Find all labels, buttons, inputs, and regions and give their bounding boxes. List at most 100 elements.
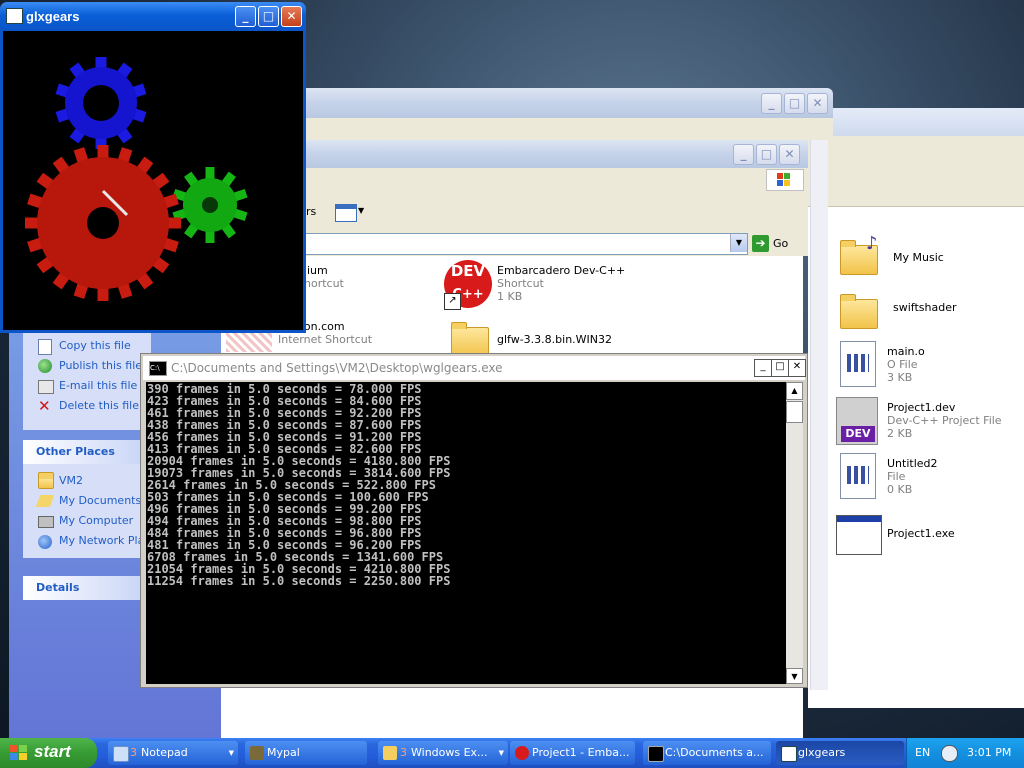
other-place-vm2[interactable]: VM2 <box>59 474 83 487</box>
project1-exe-item[interactable]: Project1.exe <box>836 511 1016 559</box>
file-name: swiftshader <box>893 301 957 314</box>
minimize-button[interactable]: _ <box>733 144 754 165</box>
explorer-titlebar: _ □ ✕ <box>300 140 808 168</box>
console-output: 390 frames in 5.0 seconds = 78.000 FPS 42… <box>146 382 786 684</box>
taskbar-item-notepad[interactable]: 3 Notepad ▼ <box>108 741 238 765</box>
console-close-button[interactable]: ✕ <box>788 359 806 377</box>
network-places-icon <box>38 535 52 549</box>
clock[interactable]: 3:01 PM <box>967 746 1011 759</box>
file-type: File <box>887 470 906 483</box>
file-type: Dev-C++ Project File <box>887 414 1002 427</box>
task-label: Project1 - Emba... <box>532 746 630 759</box>
wagon-type: Internet Shortcut <box>278 333 373 346</box>
delete-x-icon: ✕ <box>38 397 51 415</box>
group-count: 3 <box>400 746 407 759</box>
file-name: main.o <box>887 345 925 358</box>
folders-button-label[interactable]: rs <box>306 205 316 218</box>
go-label: Go <box>773 237 789 250</box>
console-window: C:\ C:\Documents and Settings\VM2\Deskto… <box>140 353 808 688</box>
copy-icon <box>38 339 52 355</box>
console-text: 390 frames in 5.0 seconds = 78.000 FPS 42… <box>147 383 450 587</box>
exe-window-icon <box>836 515 882 555</box>
system-tray: EN 3:01 PM <box>906 738 1024 768</box>
maximize-button[interactable]: □ <box>258 6 279 27</box>
blue-gear <box>55 57 147 149</box>
explorer-scrollbar[interactable] <box>810 140 828 690</box>
glxgears-frame <box>0 31 306 333</box>
taskbar-item-devcpp[interactable]: Project1 - Emba... <box>510 741 635 765</box>
window-icon <box>781 746 797 762</box>
taskbar-item-mypal[interactable]: Mypal <box>245 741 367 765</box>
console-icon <box>648 746 664 762</box>
scroll-down-button[interactable]: ▼ <box>786 668 803 684</box>
group-count: 3 <box>130 746 137 759</box>
console-title: C:\Documents and Settings\VM2\Desktop\wg… <box>171 361 503 375</box>
maximize-button[interactable]: □ <box>784 93 805 114</box>
address-input[interactable]: ▼ <box>300 233 748 255</box>
console-app-icon: C:\ <box>149 361 167 376</box>
mypal-icon <box>250 746 264 760</box>
untitled2-item[interactable]: Untitled2 File 0 KB <box>836 453 1016 505</box>
address-bar: ▼ ➔ Go <box>300 232 808 256</box>
volume-icon[interactable] <box>941 745 958 762</box>
console-scrollbar[interactable]: ▲ ▼ <box>786 382 803 684</box>
group-chevron-icon: ▼ <box>498 749 504 757</box>
address-dropdown-button[interactable]: ▼ <box>730 234 747 252</box>
language-indicator[interactable]: EN <box>915 746 930 759</box>
scroll-up-button[interactable]: ▲ <box>786 382 803 400</box>
file-size: 0 KB <box>887 483 913 496</box>
start-label: start <box>34 742 71 761</box>
go-arrow-icon: ➔ <box>752 235 769 252</box>
console-maximize-button[interactable]: □ <box>771 359 789 377</box>
taskbar-item-console[interactable]: C:\Documents a... <box>643 741 771 765</box>
details-header: Details <box>23 576 151 600</box>
close-button[interactable]: ✕ <box>779 144 800 165</box>
minimize-button[interactable]: _ <box>761 93 782 114</box>
other-place-my-documents[interactable]: My Documents <box>59 494 141 507</box>
scroll-thumb[interactable] <box>786 401 803 423</box>
email-file-link[interactable]: E-mail this file <box>59 379 137 392</box>
delete-file-link[interactable]: Delete this file <box>59 399 139 412</box>
publish-globe-icon <box>38 359 52 373</box>
folder-icon <box>383 746 397 760</box>
glfw-name[interactable]: glfw-3.3.8.bin.WIN32 <box>497 333 612 347</box>
other-place-my-computer[interactable]: My Computer <box>59 514 133 527</box>
embarcadero-name[interactable]: Embarcadero Dev-C++ <box>497 264 625 278</box>
minimize-button[interactable]: _ <box>235 6 256 27</box>
console-minimize-button[interactable]: _ <box>754 359 772 377</box>
my-music-item[interactable]: ♪ My Music <box>836 231 1016 281</box>
close-button[interactable]: ✕ <box>807 93 828 114</box>
close-button[interactable]: ✕ <box>281 6 302 27</box>
taskbar-item-glxgears[interactable]: glxgears <box>776 741 904 765</box>
explorer-toolbar: rs ▼ <box>300 192 808 233</box>
publish-file-link[interactable]: Publish this file to <box>59 359 143 372</box>
maximize-button[interactable]: □ <box>756 144 777 165</box>
file-size: 3 KB <box>887 371 913 384</box>
windows-flag-icon <box>766 169 804 191</box>
main-o-item[interactable]: main.o O File 3 KB <box>836 341 1016 393</box>
vm2-folder-icon <box>38 472 54 489</box>
console-line: 11254 frames in 5.0 seconds = 2250.800 F… <box>147 574 451 588</box>
views-button[interactable]: ▼ <box>332 200 366 224</box>
generic-file-icon <box>840 341 876 387</box>
task-label: C:\Documents a... <box>665 746 764 759</box>
devcpp-icon <box>515 746 529 760</box>
chromium-name[interactable]: ium <box>307 264 328 278</box>
generic-file-icon <box>840 453 876 499</box>
swiftshader-item[interactable]: swiftshader <box>836 287 1016 337</box>
green-gear <box>172 167 248 243</box>
project1-dev-item[interactable]: DEV Project1.dev Dev-C++ Project File 2 … <box>836 397 1016 449</box>
devcpp-project-icon: DEV <box>836 397 878 445</box>
other-place-my-network[interactable]: My Network Places <box>59 534 141 547</box>
back-explorer-toolbar <box>808 136 1024 207</box>
right-file-list: ♪ My Music swiftshader main.o O File 3 K… <box>830 225 1024 575</box>
chevron-down-icon: ▼ <box>358 206 365 215</box>
glxgears-titlebar: glxgears _ □ ✕ <box>0 2 306 31</box>
file-size: 2 KB <box>887 427 913 440</box>
taskbar-item-explorer[interactable]: 3 Windows Ex... ▼ <box>378 741 508 765</box>
chromium-type: hortcut <box>304 277 344 290</box>
go-button[interactable]: ➔ Go <box>752 234 792 254</box>
copy-file-link[interactable]: Copy this file <box>59 339 131 352</box>
start-button[interactable]: start <box>0 738 97 768</box>
windows-logo-icon <box>10 745 28 761</box>
